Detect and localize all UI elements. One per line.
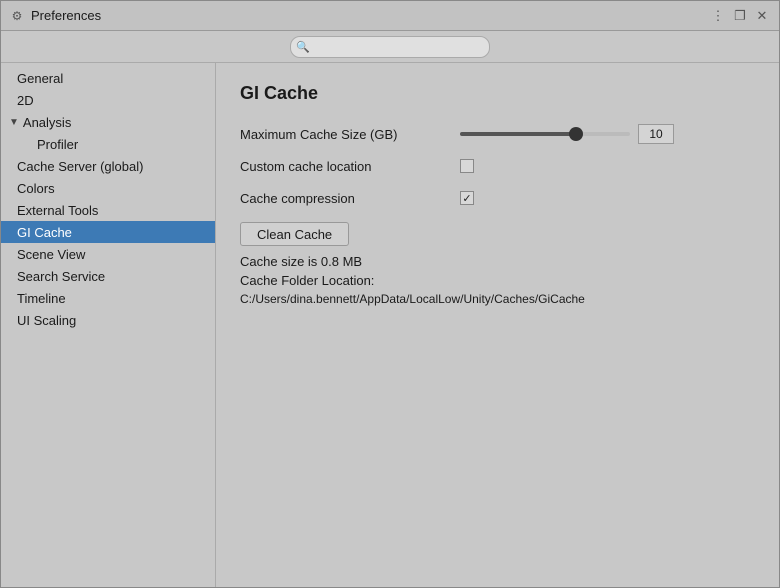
search-input[interactable] (290, 36, 490, 58)
sidebar-item-cache-server[interactable]: Cache Server (global) (1, 155, 215, 177)
title-bar: ⚙ Preferences ⋮ ❐ ✕ (1, 1, 779, 31)
content-area: General 2D ▼ Analysis Profiler Cache Server (… (1, 63, 779, 587)
main-panel: GI Cache Maximum Cache Size (GB) 10 Cust… (216, 63, 779, 587)
sidebar-item-label: Cache Server (global) (17, 159, 143, 174)
max-cache-label: Maximum Cache Size (GB) (240, 127, 460, 142)
sidebar-item-external-tools[interactable]: External Tools (1, 199, 215, 221)
sidebar-item-label: 2D (17, 93, 34, 108)
sidebar-item-timeline[interactable]: Timeline (1, 287, 215, 309)
sidebar-item-scene-view[interactable]: Scene View (1, 243, 215, 265)
cache-size-text: Cache size is 0.8 MB (240, 254, 755, 269)
cache-compression-label: Cache compression (240, 191, 460, 206)
panel-title: GI Cache (240, 83, 755, 104)
sidebar-item-colors[interactable]: Colors (1, 177, 215, 199)
preferences-icon: ⚙ (9, 8, 25, 24)
cache-folder-path: C:/Users/dina.bennett/AppData/LocalLow/U… (240, 292, 755, 306)
restore-button[interactable]: ❐ (731, 7, 749, 25)
cache-compression-checkbox[interactable] (460, 191, 474, 205)
sidebar-item-general[interactable]: General (1, 67, 215, 89)
sidebar-item-label: Profiler (37, 137, 78, 152)
sidebar-item-label: Scene View (17, 247, 85, 262)
sidebar-item-label: GI Cache (17, 225, 72, 240)
max-cache-row: Maximum Cache Size (GB) 10 (240, 122, 755, 146)
sidebar-item-label: Analysis (23, 115, 71, 130)
clean-cache-button[interactable]: Clean Cache (240, 222, 349, 246)
preferences-window: ⚙ Preferences ⋮ ❐ ✕ 🔍 General 2D ▼ Analysis… (0, 0, 780, 588)
custom-cache-row: Custom cache location (240, 154, 755, 178)
window-title: Preferences (31, 8, 101, 23)
cache-compression-row: Cache compression (240, 186, 755, 210)
sidebar-item-label: Search Service (17, 269, 105, 284)
sidebar: General 2D ▼ Analysis Profiler Cache Server (… (1, 63, 216, 587)
sidebar-item-2d[interactable]: 2D (1, 89, 215, 111)
max-cache-value: 10 (638, 124, 674, 144)
sidebar-item-label: Timeline (17, 291, 66, 306)
search-bar: 🔍 (1, 31, 779, 63)
search-icon: 🔍 (296, 40, 310, 53)
title-bar-controls: ⋮ ❐ ✕ (709, 7, 771, 25)
collapse-arrow: ▼ (9, 117, 19, 128)
custom-cache-label: Custom cache location (240, 159, 460, 174)
cache-folder-label: Cache Folder Location: (240, 273, 755, 288)
max-cache-slider[interactable] (460, 132, 630, 136)
sidebar-item-label: External Tools (17, 203, 98, 218)
close-button[interactable]: ✕ (753, 7, 771, 25)
sidebar-item-gi-cache[interactable]: GI Cache (1, 221, 215, 243)
slider-wrapper: 10 (460, 124, 674, 144)
menu-button[interactable]: ⋮ (709, 7, 727, 25)
sidebar-item-search-service[interactable]: Search Service (1, 265, 215, 287)
sidebar-item-analysis[interactable]: ▼ Analysis (1, 111, 215, 133)
search-wrapper: 🔍 (290, 36, 490, 58)
sidebar-item-label: General (17, 71, 63, 86)
sidebar-item-label: Colors (17, 181, 55, 196)
sidebar-item-profiler[interactable]: Profiler (1, 133, 215, 155)
sidebar-item-label: UI Scaling (17, 313, 76, 328)
custom-cache-checkbox[interactable] (460, 159, 474, 173)
sidebar-item-ui-scaling[interactable]: UI Scaling (1, 309, 215, 331)
